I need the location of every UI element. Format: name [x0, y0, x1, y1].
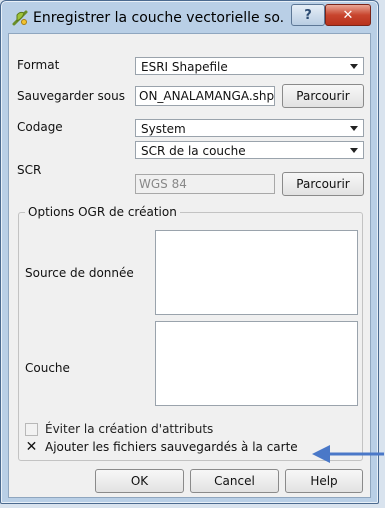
close-icon: ✕ — [342, 7, 354, 23]
close-button[interactable]: ✕ — [325, 4, 371, 26]
dialog-body: Format ESRI Shapefile Sauvegarder sous O… — [8, 33, 371, 498]
help-title-button[interactable]: ? — [291, 4, 325, 26]
encoding-select-value: System — [141, 122, 186, 136]
dialog-window: Enregistrer la couche vectorielle so... … — [0, 0, 379, 504]
crs-select[interactable]: SCR de la couche — [135, 141, 364, 159]
format-select[interactable]: ESRI Shapefile — [135, 57, 364, 75]
add-to-map-checkbox[interactable]: ✕ — [25, 439, 38, 455]
skip-attributes-label: Éviter la création d'attributs — [45, 422, 214, 436]
ogr-options-group: Options OGR de création Source de donnée… — [18, 204, 363, 461]
window-title: Enregistrer la couche vectorielle so... — [33, 10, 285, 26]
ogr-options-title: Options OGR de création — [25, 204, 180, 220]
format-label: Format — [17, 58, 60, 72]
add-to-map-label: Ajouter les fichiers sauvegardés à la ca… — [45, 440, 298, 454]
browse-crs-button[interactable]: Parcourir — [282, 172, 364, 196]
help-button[interactable]: Help — [285, 469, 363, 493]
chevron-down-icon — [350, 64, 358, 69]
crs-field: WGS 84 — [135, 174, 275, 194]
datasource-label: Source de donnée — [25, 266, 134, 280]
cancel-button[interactable]: Cancel — [190, 469, 279, 493]
question-icon: ? — [304, 7, 312, 23]
checkmark-icon: ✕ — [25, 439, 38, 455]
skip-attributes-checkbox[interactable] — [25, 423, 38, 436]
chevron-down-icon — [350, 148, 358, 153]
datasource-options-input[interactable] — [155, 230, 358, 315]
ok-button[interactable]: OK — [95, 469, 184, 493]
save-as-label: Sauvegarder sous — [17, 89, 125, 103]
format-select-value: ESRI Shapefile — [141, 60, 228, 74]
chevron-down-icon — [350, 126, 358, 131]
annotation-arrow-icon — [312, 445, 384, 463]
save-as-field[interactable]: ON_ANALAMANGA.shp — [135, 86, 275, 106]
encoding-label: Codage — [17, 120, 63, 134]
qgis-icon — [12, 10, 28, 26]
title-bar[interactable]: Enregistrer la couche vectorielle so... … — [1, 1, 378, 33]
layer-options-input[interactable] — [155, 321, 358, 406]
crs-select-value: SCR de la couche — [141, 144, 246, 158]
encoding-select[interactable]: System — [135, 119, 364, 137]
browse-file-button[interactable]: Parcourir — [282, 84, 364, 108]
crs-label: SCR — [17, 163, 42, 177]
layer-label: Couche — [25, 361, 70, 375]
